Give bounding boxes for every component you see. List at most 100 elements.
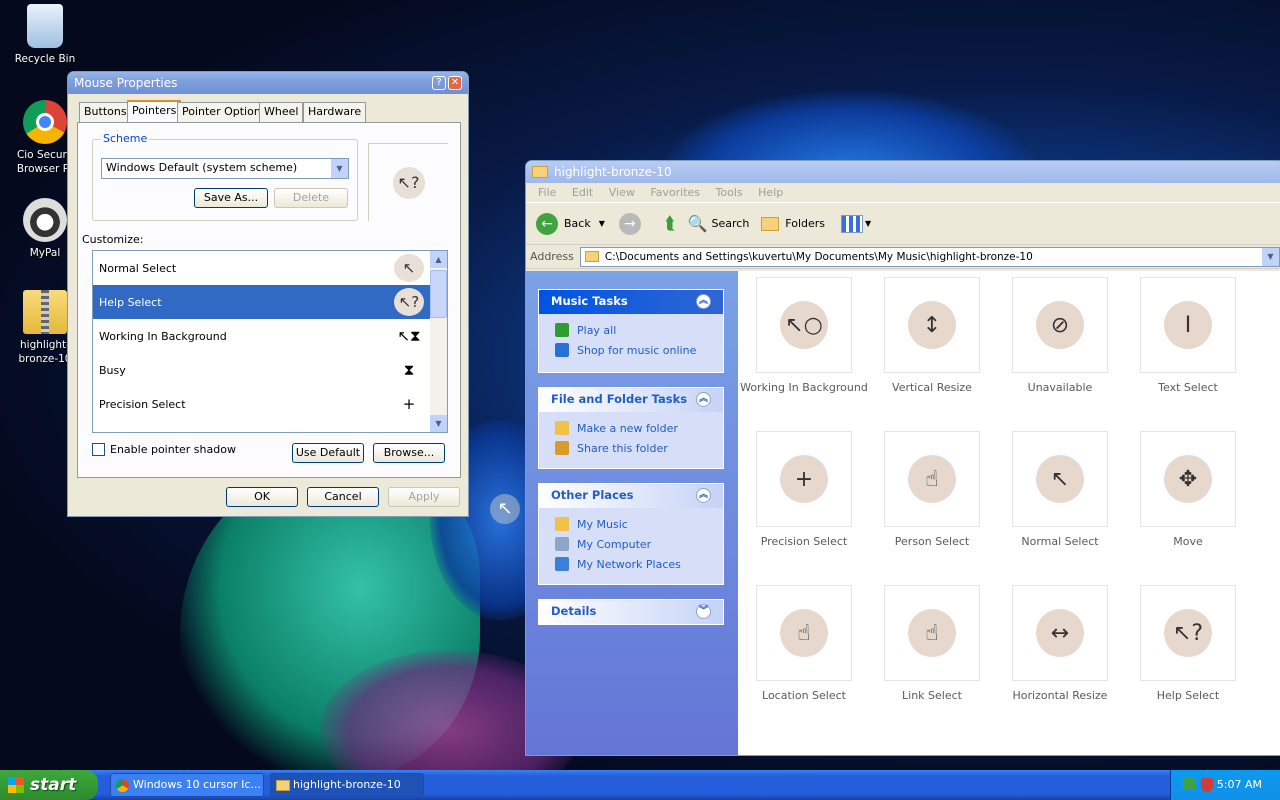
file-tile[interactable]: ☝ Location Select (740, 585, 868, 702)
panel-title: Other Places (551, 488, 634, 502)
apply-button[interactable]: Apply (388, 487, 460, 507)
file-tile[interactable]: ↖? Help Select (1124, 585, 1252, 702)
pointer-shadow-checkbox[interactable] (92, 443, 105, 456)
file-thumbnail: ☝ (884, 431, 980, 527)
search-button[interactable]: Search (712, 217, 750, 230)
scrollbar[interactable]: ▲ ▼ (430, 251, 447, 432)
panel-header[interactable]: Music Tasks ︽ (539, 290, 723, 314)
file-tile[interactable]: ↕ Vertical Resize (868, 277, 996, 394)
menu-help[interactable]: Help (758, 186, 783, 199)
task-link-label: Share this folder (577, 441, 668, 455)
pointer-list-row[interactable]: Help Select ↖? (93, 285, 430, 319)
cursor-preview-icon: ↖? (1164, 609, 1212, 657)
tab-buttons[interactable]: Buttons (79, 102, 132, 122)
task-link[interactable]: Play all (539, 320, 723, 340)
pointer-list-row[interactable]: Working In Background ↖⧗ (93, 319, 430, 353)
panel-header[interactable]: File and Folder Tasks ︽ (539, 388, 723, 412)
mouse-cursor-icon: ↖ (490, 494, 520, 524)
scheme-label: Scheme (101, 132, 150, 145)
scheme-select-value: Windows Default (system scheme) (106, 161, 298, 174)
menu-file[interactable]: File (538, 186, 556, 199)
file-tile[interactable]: I Text Select (1124, 277, 1252, 394)
views-dropdown-icon[interactable]: ▼ (865, 219, 871, 228)
file-tile[interactable]: ☝ Person Select (868, 431, 996, 548)
use-default-button[interactable]: Use Default (292, 443, 364, 463)
mouse-properties-dialog: Mouse Properties ? ✕ Buttons Pointers Poi… (67, 71, 469, 517)
cancel-button[interactable]: Cancel (307, 487, 379, 507)
tab-pointers[interactable]: Pointers (127, 100, 182, 122)
menu-favorites[interactable]: Favorites (650, 186, 700, 199)
folder-icon (276, 780, 290, 791)
pointer-cursor-icon: ↖ (394, 254, 424, 282)
menu-tools[interactable]: Tools (716, 186, 743, 199)
task-link[interactable]: Shop for music online (539, 340, 723, 360)
task-link[interactable]: Make a new folder (539, 418, 723, 438)
save-as-button[interactable]: Save As... (194, 188, 268, 208)
panel-header[interactable]: Details ︾ (539, 600, 723, 624)
close-button[interactable]: ✕ (448, 76, 462, 90)
task-icon (555, 517, 569, 531)
panel-header[interactable]: Other Places ︽ (539, 484, 723, 508)
file-tile[interactable]: ☝ Link Select (868, 585, 996, 702)
tab-wheel[interactable]: Wheel (259, 102, 304, 122)
file-tile[interactable]: ✥ Move (1124, 431, 1252, 548)
scroll-down-icon[interactable]: ▼ (430, 415, 447, 432)
file-thumbnail: ↖ (1012, 431, 1108, 527)
ok-button[interactable]: OK (226, 487, 298, 507)
cursor-preview-icon: ↖ (1036, 455, 1084, 503)
network-icon[interactable] (1183, 778, 1195, 790)
pointer-list-row[interactable]: Precision Select + (93, 387, 430, 421)
tab-hardware[interactable]: Hardware (303, 102, 367, 122)
task-link-label: Make a new folder (577, 421, 678, 435)
scroll-up-icon[interactable]: ▲ (430, 251, 447, 268)
pointer-list-row[interactable]: Busy ⧗ (93, 353, 430, 387)
scheme-select[interactable]: Windows Default (system scheme) ▼ (101, 158, 349, 179)
back-button[interactable]: Back (564, 217, 591, 230)
collapse-icon[interactable]: ︽ (696, 294, 711, 309)
file-thumbnail: ☝ (756, 585, 852, 681)
forward-arrow-icon[interactable]: → (618, 212, 641, 235)
taskbar-item-browser[interactable]: Windows 10 cursor Ic... (110, 773, 264, 797)
scroll-thumb[interactable] (430, 270, 447, 318)
task-link[interactable]: My Music (539, 514, 723, 534)
file-thumbnail: ↖? (1140, 585, 1236, 681)
folder-icon (532, 166, 548, 178)
file-view: ↖○ Working In Background ↕ Vertical Resize ⊘… (738, 271, 1280, 755)
file-tile[interactable]: + Precision Select (740, 431, 868, 548)
views-icon[interactable] (841, 214, 864, 233)
task-link[interactable]: My Network Places (539, 554, 723, 574)
menu-view[interactable]: View (609, 186, 635, 199)
file-name: Text Select (1158, 381, 1218, 394)
file-name: Unavailable (1027, 381, 1093, 394)
file-thumbnail: ✥ (1140, 431, 1236, 527)
start-button[interactable]: start (0, 770, 98, 800)
back-arrow-icon[interactable]: ← (536, 212, 558, 235)
help-button[interactable]: ? (432, 76, 446, 90)
folders-button[interactable]: Folders (785, 217, 825, 230)
task-link[interactable]: My Computer (539, 534, 723, 554)
file-tile[interactable]: ↔ Horizontal Resize (996, 585, 1124, 702)
pointer-list[interactable]: Normal Select ↖ Help Select ↖? Working In Ba… (92, 250, 448, 433)
shield-icon[interactable] (1201, 778, 1213, 792)
menu-edit[interactable]: Edit (572, 186, 593, 199)
chevron-down-icon[interactable]: ▼ (1262, 247, 1279, 266)
collapse-icon[interactable]: ︽ (696, 392, 711, 407)
browse-button[interactable]: Browse... (373, 443, 445, 463)
file-tile[interactable]: ↖ Normal Select (996, 431, 1124, 548)
expand-icon[interactable]: ︾ (696, 604, 711, 619)
pointer-list-row[interactable]: Normal Select ↖ (93, 251, 430, 285)
delete-button[interactable]: Delete (274, 188, 348, 208)
back-dropdown-icon[interactable]: ▼ (599, 219, 605, 228)
taskbar-item-explorer[interactable]: highlight-bronze-10 (270, 773, 424, 797)
file-tile[interactable]: ⊘ Unavailable (996, 277, 1124, 394)
cursor-preview-icon: ☝ (908, 609, 956, 657)
task-link[interactable]: Share this folder (539, 438, 723, 458)
desktop-icon-recycle-bin[interactable]: Recycle Bin (0, 4, 90, 66)
menu-bar: File Edit View Favorites Tools Help (526, 183, 1280, 203)
up-folder-icon[interactable]: ⮬ (665, 213, 676, 234)
collapse-icon[interactable]: ︽ (696, 488, 711, 503)
pointer-preview: ↖? (368, 143, 448, 221)
file-tile[interactable]: ↖○ Working In Background (740, 277, 868, 394)
address-input[interactable]: C:\Documents and Settings\kuvertu\My Doc… (579, 246, 1280, 267)
tab-pointer-options[interactable]: Pointer Options (177, 102, 272, 122)
